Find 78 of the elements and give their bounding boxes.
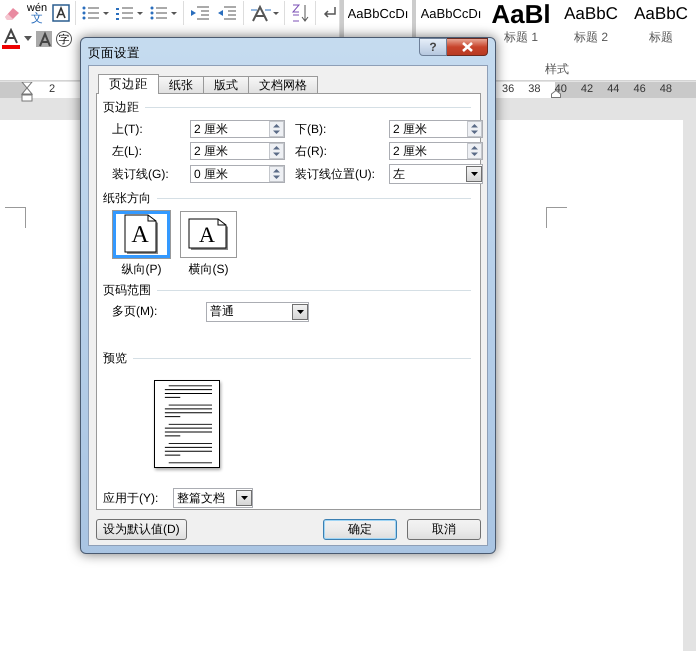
tab[interactable]: 版式 [203,76,249,93]
spin-field[interactable]: 2 厘米 [389,120,483,138]
dropdown-button[interactable] [236,490,252,506]
orientation-label: 纵向(P) [122,261,162,278]
spin-field[interactable]: 2 厘米 [190,142,285,160]
section-title: 预览 [103,350,127,368]
spin-field[interactable]: 2 厘米 [190,120,285,138]
ruler-number: 2 [49,83,56,95]
field-label: 多页(M): [112,303,158,320]
enclose-characters-button[interactable]: 字 [56,31,72,47]
character-shading-icon[interactable] [36,31,52,47]
style-label: 标题 [649,29,673,46]
caret-icon[interactable] [24,36,32,42]
caret-icon [296,310,304,314]
spinner-icon[interactable] [269,143,284,159]
field-label: 上(T): [112,120,144,138]
field-label: 左(L): [112,142,143,160]
tab[interactable]: 纸张 [158,76,204,93]
ruler-number: 48 [660,83,672,95]
font-color-icon[interactable] [2,28,20,50]
portrait-page-icon[interactable]: A [124,214,159,255]
spin-field[interactable]: 0 厘米 [190,165,285,183]
character-border-icon[interactable] [52,4,70,22]
dropdown-button[interactable] [466,166,482,182]
orientation-button[interactable]: A [180,211,237,258]
dropdown-field[interactable]: 普通 [206,302,309,322]
field-label: 应用于(Y): [103,490,160,507]
spinner-icon[interactable] [269,166,284,182]
caret-icon [240,496,248,500]
margin-corner-mark [5,207,26,228]
style-preview[interactable]: AaBl [491,2,551,26]
caret-icon [470,172,478,176]
close-icon[interactable] [460,42,474,52]
close-button[interactable] [447,38,488,56]
ruler-number: 38 [528,83,541,95]
landscape-page-icon[interactable]: A [188,218,229,251]
ruler-number: 44 [607,83,620,95]
field-label: 右(R): [295,142,328,160]
increase-indent-icon[interactable] [216,4,238,22]
style-preview[interactable]: AaBbCcDı [420,2,482,26]
field-label: 下(B): [295,120,328,138]
dialog-button[interactable]: 设为默认值(D) [96,519,187,540]
phonetic-guide-button[interactable]: wén 文 [27,3,47,23]
field-label: 装订线位置(U): [295,166,376,182]
dialog-button[interactable]: 取消 [407,519,481,540]
dropdown-field[interactable]: 整篇文档 [173,488,253,508]
orientation-label: 横向(S) [188,261,228,278]
spinner-icon[interactable] [467,121,482,137]
field-label: 装订线(G): [112,166,170,182]
style-label: 标题 1 [504,29,538,46]
orientation-button[interactable]: A [113,211,170,258]
spinner-icon[interactable] [269,121,284,137]
sort-icon[interactable] [290,3,310,23]
help-button[interactable]: ? [419,38,447,56]
ruler-number: 42 [580,83,594,95]
spinner-icon[interactable] [467,143,482,159]
tab[interactable]: 文档网格 [248,76,318,93]
bullets-icon[interactable] [81,4,110,22]
dialog-button[interactable]: 确定 [323,519,397,540]
section-title: 纸张方向 [103,190,151,207]
spin-field[interactable]: 2 厘米 [389,142,483,160]
style-label: 标题 2 [574,29,608,46]
margin-corner-mark [546,207,567,228]
style-preview[interactable]: AaBbC [634,2,688,26]
section-title: 页边距 [103,99,139,116]
style-preview[interactable]: AaBbC [564,2,618,26]
style-preview[interactable]: AaBbCcDı [348,2,408,26]
dropdown-button[interactable] [292,304,308,320]
ruler-number: 46 [634,83,646,95]
multilevel-list-icon[interactable] [149,4,178,22]
window-title: 页面设置 [88,45,141,62]
group-label: 样式 [545,61,569,78]
ruler-number: 40 [554,83,567,95]
ruler-number: 36 [502,83,514,95]
dropdown-field[interactable]: 左 [389,164,483,184]
decrease-indent-icon[interactable] [189,4,211,22]
section-title: 页码范围 [103,282,151,299]
tab[interactable]: 页边距 [98,74,159,94]
